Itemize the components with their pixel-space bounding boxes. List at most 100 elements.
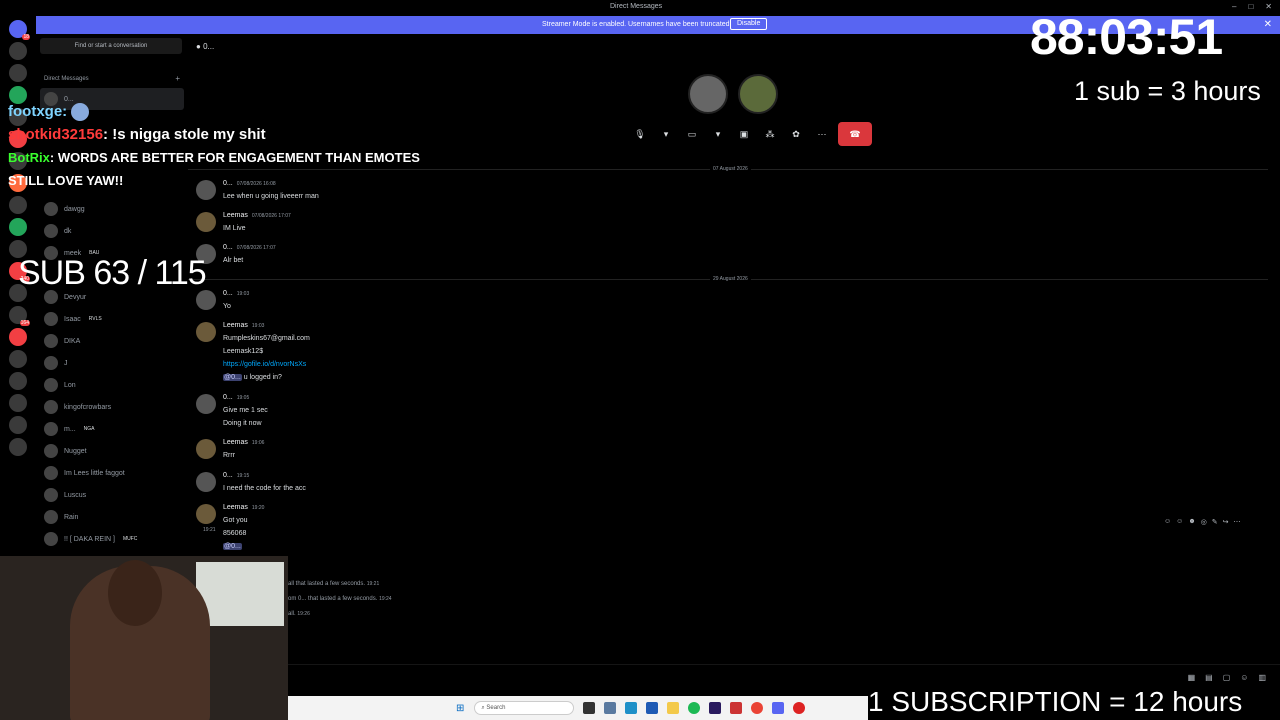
taskbar-search[interactable]: ⌕ Search (474, 701, 575, 715)
call-log: all that lasted a few seconds. 19:21 om … (288, 577, 392, 622)
call-participants (688, 74, 778, 114)
reaction-icon[interactable]: ☺ (1176, 518, 1183, 526)
message-text: IM Live (223, 225, 246, 232)
dm-item[interactable]: dk (40, 220, 184, 242)
chrome-icon[interactable] (751, 702, 764, 714)
dm-item[interactable]: Isaac RVLS (40, 308, 184, 330)
reaction-icon[interactable]: ☻ (1188, 518, 1195, 526)
apps-icon[interactable]: ▥ (1258, 673, 1266, 682)
message-link[interactable]: https://gofile.io/d/nvorNsXs (223, 358, 310, 371)
avatar (44, 378, 58, 392)
emote-icon (71, 103, 90, 122)
server-icon[interactable] (9, 42, 27, 60)
message-author: 0... (223, 394, 233, 401)
edit-icon[interactable]: ✎ (1212, 518, 1218, 526)
dm-item-label: Nugget (64, 447, 87, 455)
message-author: Leemas (223, 439, 248, 446)
disable-button[interactable]: Disable (730, 18, 768, 30)
window-title: Direct Messages (610, 3, 663, 10)
chevron-down-icon[interactable]: ▾ (656, 124, 676, 144)
dm-item-label: m... (64, 425, 76, 433)
sticker-icon[interactable]: ▢ (1223, 673, 1231, 682)
date-divider: 29 August 2026 (188, 276, 1268, 282)
dm-item[interactable]: Nugget (40, 440, 184, 462)
folder-icon[interactable] (667, 702, 680, 714)
user-avatar-icon: ● (196, 42, 201, 51)
dm-item[interactable]: DIKA (40, 330, 184, 352)
avatar[interactable] (738, 74, 778, 114)
dm-item[interactable]: Rain (40, 506, 184, 528)
server-icon[interactable] (9, 416, 27, 434)
avatar[interactable] (688, 74, 728, 114)
message-text: Alr bet (223, 257, 244, 264)
user-mention[interactable]: @0... (223, 543, 242, 550)
user-mention[interactable]: @0... (223, 374, 242, 381)
server-icon[interactable] (9, 196, 27, 214)
close-icon[interactable]: ✕ (1265, 2, 1272, 11)
create-dm-icon[interactable]: + (175, 74, 180, 83)
server-icon[interactable] (9, 372, 27, 390)
dm-item[interactable]: m... NGA (40, 418, 184, 440)
find-conversation-button[interactable]: Find or start a conversation (40, 38, 182, 54)
maximize-icon[interactable]: □ (1248, 2, 1253, 11)
premiere-icon[interactable] (709, 702, 722, 714)
app-icon[interactable] (730, 702, 743, 714)
server-icon[interactable] (9, 64, 27, 82)
avatar (44, 400, 58, 414)
message-text: Doing it now (223, 420, 262, 427)
microphone-icon[interactable]: 🎙 (630, 124, 650, 144)
server-icon[interactable] (9, 394, 27, 412)
gift-icon[interactable]: ▦ (1188, 673, 1196, 682)
message-time: 19:21 (203, 527, 216, 533)
message-time: 19:05 (236, 395, 250, 401)
camera-off-icon[interactable]: ▭ (682, 124, 702, 144)
store-icon[interactable] (646, 702, 659, 714)
sub-rate-label: 1 sub = 3 hours (1074, 76, 1261, 106)
dm-item[interactable]: Lon (40, 374, 184, 396)
date-label: 29 August 2026 (710, 276, 751, 282)
emoji-icon[interactable]: ☺ (1240, 673, 1248, 682)
file-explorer-icon[interactable] (583, 702, 596, 714)
forward-icon[interactable]: ↪ (1223, 518, 1229, 526)
message-text: Got you (223, 517, 248, 524)
dm-item[interactable]: J (40, 352, 184, 374)
chat-line: STILL LOVE YAW!! (8, 169, 420, 192)
settings-icon[interactable] (604, 702, 617, 714)
soundboard-icon[interactable]: ✿ (786, 124, 806, 144)
server-icon[interactable]: 164 (9, 306, 30, 326)
hang-up-button[interactable]: ☎ (838, 122, 872, 146)
server-icon[interactable] (9, 438, 27, 456)
edge-icon[interactable] (625, 702, 638, 714)
add-reaction-icon[interactable]: ◎ (1201, 518, 1207, 526)
windows-taskbar: ⊞ ⌕ Search (288, 696, 868, 720)
more-icon[interactable]: ⋯ (812, 124, 832, 144)
more-icon[interactable]: ⋯ (1234, 518, 1241, 526)
gif-icon[interactable]: ▤ (1205, 673, 1213, 682)
channel-header: ● 0... (196, 42, 214, 51)
dm-item[interactable]: dawgg (40, 198, 184, 220)
message-author: Leemas (223, 322, 248, 329)
spotify-icon[interactable] (688, 702, 701, 714)
dm-item[interactable]: !! [ DAKA REIN ] MUFC (40, 528, 184, 550)
dm-item[interactable]: Im Lees little faggot (40, 462, 184, 484)
app-icon[interactable] (793, 702, 806, 714)
avatar (196, 212, 216, 232)
avatar (44, 444, 58, 458)
avatar (196, 290, 216, 310)
server-icon[interactable] (9, 350, 27, 368)
avatar (44, 466, 58, 480)
dm-item[interactable]: kingofcrowbars (40, 396, 184, 418)
screen-share-icon[interactable]: ▣ (734, 124, 754, 144)
message-author: Leemas (223, 504, 248, 511)
activities-icon[interactable]: ⁂ (760, 124, 780, 144)
dm-home-icon[interactable]: 18 (9, 20, 30, 40)
banner-close-icon[interactable]: ✕ (1264, 19, 1272, 30)
server-icon[interactable] (9, 328, 27, 346)
windows-start-icon[interactable]: ⊞ (456, 703, 464, 714)
chevron-down-icon[interactable]: ▾ (708, 124, 728, 144)
discord-icon[interactable] (772, 702, 785, 714)
reaction-icon[interactable]: ☺ (1164, 518, 1171, 526)
minimize-icon[interactable]: – (1232, 2, 1236, 11)
dm-item[interactable]: Luscus (40, 484, 184, 506)
server-icon[interactable] (9, 218, 27, 236)
